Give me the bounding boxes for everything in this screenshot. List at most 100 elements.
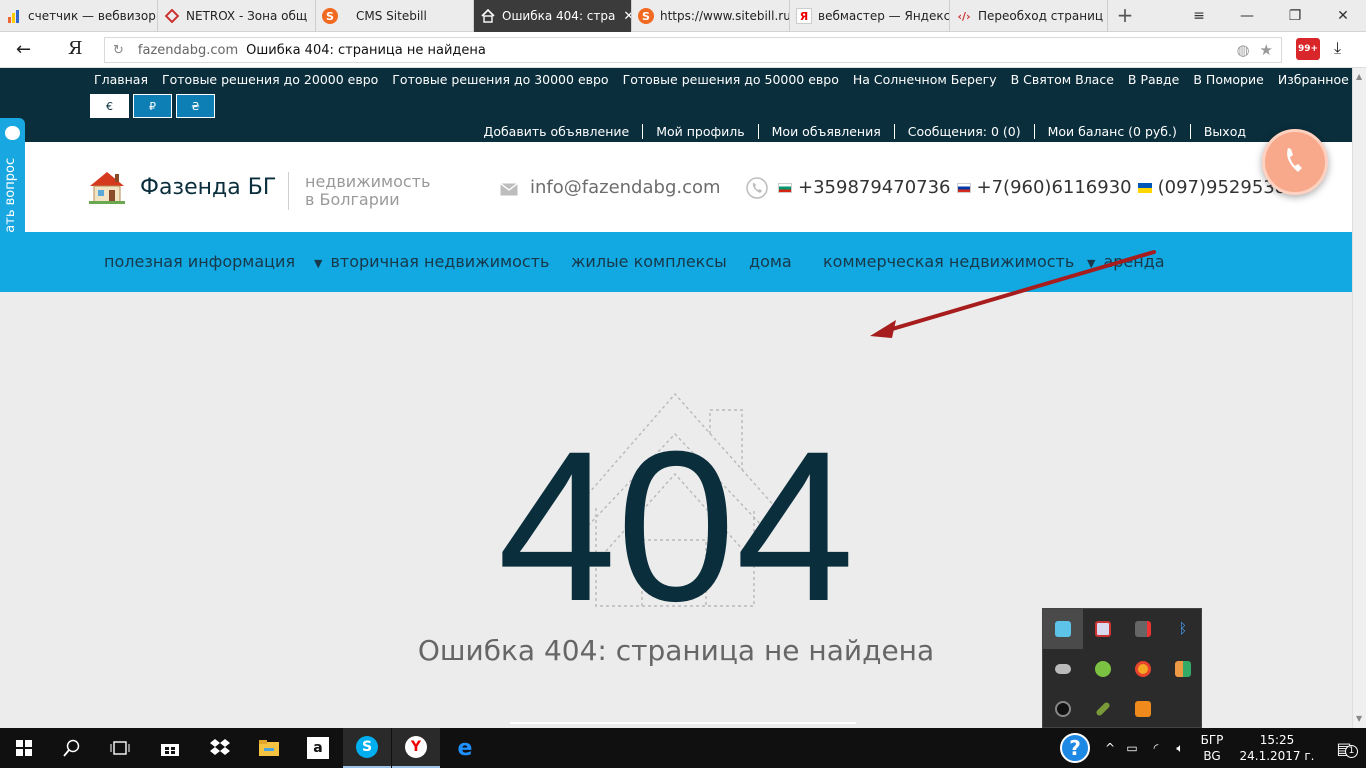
menu-icon[interactable]: ≡ xyxy=(1176,0,1222,32)
tray-broom-icon[interactable] xyxy=(1083,689,1123,729)
battery-icon[interactable]: ▭ xyxy=(1120,741,1144,755)
skype-icon[interactable]: S xyxy=(343,728,391,768)
speech-bubble-icon xyxy=(5,126,20,140)
tray-speaker-muted-icon[interactable] xyxy=(1123,609,1163,649)
currency-rub-button[interactable]: ₽ xyxy=(133,94,172,118)
tray-flower-icon[interactable] xyxy=(1123,649,1163,689)
nav-label: жилые комплексы xyxy=(571,252,727,271)
site-top-bar: Главная Готовые решения до 20000 евро Го… xyxy=(0,68,1366,142)
tray-app-icon[interactable] xyxy=(1043,609,1083,649)
new-tab-icon[interactable]: + xyxy=(1114,4,1136,26)
close-window-icon[interactable]: ✕ xyxy=(1320,0,1366,32)
system-tray: ? ^ ▭ ◜ 🔈︎ БГР BG 15:25 24.1.2017 г. ▤ 1 xyxy=(1060,728,1366,768)
tab-netrox[interactable]: NETROX - Зона общ xyxy=(158,0,316,32)
tray-orange-icon[interactable] xyxy=(1123,689,1163,729)
restore-icon[interactable]: ❐ xyxy=(1272,0,1318,32)
top-nav-pomorie[interactable]: В Поморие xyxy=(1193,72,1263,87)
tray-blocks-icon[interactable] xyxy=(1163,649,1203,689)
edge-icon[interactable]: e xyxy=(441,728,489,768)
extension-badge[interactable]: 99+ xyxy=(1296,38,1320,60)
top-nav-sunny-beach[interactable]: На Солнечном Берегу xyxy=(853,72,997,87)
my-profile-link[interactable]: Мой профиль xyxy=(642,124,757,139)
chevron-down-icon: ▼ xyxy=(314,257,323,270)
tab-label: вебмастер — Яндекс xyxy=(818,9,950,23)
tab-sitebill-url[interactable]: S https://www.sitebill.ru xyxy=(632,0,790,32)
nav-residential-complexes[interactable]: жилые комплексы xyxy=(571,252,727,271)
top-nav-50000[interactable]: Готовые решения до 50000 евро xyxy=(623,72,839,87)
tagline-line-1: недвижимость xyxy=(305,172,431,191)
tab-cms-sitebill[interactable]: S CMS Sitebill xyxy=(316,0,474,32)
tab-metrica[interactable]: счетчик — вебвизор xyxy=(0,0,158,32)
tray-shield-icon[interactable] xyxy=(1083,609,1123,649)
store-icon[interactable] xyxy=(146,728,194,768)
amazon-icon[interactable]: a xyxy=(294,728,342,768)
envelope-icon xyxy=(500,181,518,200)
top-nav-ravda[interactable]: В Равде xyxy=(1128,72,1179,87)
clock[interactable]: 15:25 24.1.2017 г. xyxy=(1232,732,1322,764)
tab-label: NETROX - Зона общ xyxy=(186,9,308,23)
notifications-button[interactable]: ▤ 1 xyxy=(1322,739,1366,758)
wifi-icon[interactable]: ◜ xyxy=(1144,741,1168,755)
my-listings-link[interactable]: Мои объявления xyxy=(757,124,894,139)
currency-eur-button[interactable]: € xyxy=(90,94,129,118)
windows-start-icon[interactable] xyxy=(0,728,48,768)
tab-label: https://www.sitebill.ru xyxy=(660,9,790,23)
nav-label: полезная информация xyxy=(104,252,296,271)
brand-name[interactable]: Фазенда БГ xyxy=(140,175,276,200)
download-icon[interactable]: ⤓ xyxy=(1334,38,1341,58)
tab-label: Переобход страниц xyxy=(978,9,1104,23)
tab-404[interactable]: Ошибка 404: стра ✕ xyxy=(474,0,632,32)
logout-link[interactable]: Выход xyxy=(1189,124,1246,139)
url-field[interactable]: ↻ fazendabg.com Ошибка 404: страница не … xyxy=(104,37,1282,63)
tray-dial-icon[interactable] xyxy=(1043,689,1083,729)
phone-icon xyxy=(746,177,768,203)
dropbox-icon[interactable] xyxy=(196,728,244,768)
help-icon[interactable]: ? xyxy=(1060,733,1090,763)
top-nav-30000[interactable]: Готовые решения до 30000 евро xyxy=(392,72,608,87)
top-nav-sveti-vlas[interactable]: В Святом Власе xyxy=(1011,72,1114,87)
windows-taskbar: a S Y e ? ^ ▭ ◜ 🔈︎ БГР BG 15:25 24.1.201… xyxy=(0,728,1366,768)
yandex-logo-icon[interactable]: Я xyxy=(68,38,83,59)
url-domain: fazendabg.com xyxy=(137,42,239,58)
my-balance-link[interactable]: Мои баланс (0 руб.) xyxy=(1033,124,1190,139)
tab-reindex[interactable]: ‹/› Переобход страниц xyxy=(950,0,1108,32)
messages-link[interactable]: Сообщения: 0 (0) xyxy=(893,124,1034,139)
globe-icon[interactable]: ◍ xyxy=(1236,41,1249,59)
reload-icon[interactable]: ↻ xyxy=(113,43,124,58)
search-icon[interactable] xyxy=(48,728,96,768)
yandex-browser-icon[interactable]: Y xyxy=(392,728,440,768)
chevron-up-icon[interactable]: ^ xyxy=(1100,741,1120,755)
top-nav-20000[interactable]: Готовые решения до 20000 евро xyxy=(162,72,378,87)
contact-email[interactable]: info@fazendabg.com xyxy=(530,177,721,198)
page-scrollbar[interactable]: ▲ ▼ xyxy=(1352,68,1366,728)
scroll-up-icon[interactable]: ▲ xyxy=(1356,72,1362,81)
file-explorer-icon[interactable] xyxy=(245,728,293,768)
task-view-icon[interactable] xyxy=(96,728,144,768)
tab-yandex-webmaster[interactable]: Я вебмастер — Яндекс xyxy=(790,0,950,32)
language-indicator[interactable]: БГР BG xyxy=(1192,732,1232,764)
nav-useful-info[interactable]: полезная информация xyxy=(104,252,295,271)
close-tab-icon[interactable]: ✕ xyxy=(623,9,631,24)
bluetooth-icon[interactable]: ᛒ xyxy=(1163,609,1203,649)
minimize-icon[interactable]: — xyxy=(1224,0,1270,32)
tray-leaf-icon[interactable] xyxy=(1083,649,1123,689)
phone-numbers: +359879470736 +7(960)6116930 (097)952953… xyxy=(778,177,1286,198)
nav-secondary-realty[interactable]: ▼ вторичная недвижимость xyxy=(314,252,549,271)
bookmark-star-icon[interactable]: ★ xyxy=(1260,41,1273,59)
top-nav-home[interactable]: Главная xyxy=(94,72,148,87)
currency-uah-button[interactable]: ₴ xyxy=(176,94,215,118)
nav-houses[interactable]: дома xyxy=(749,252,792,271)
add-listing-link[interactable]: Добавить объявление xyxy=(471,124,643,139)
browser-tab-bar: счетчик — вебвизор NETROX - Зона общ S C… xyxy=(0,0,1366,32)
webmaster-icon: ‹/› xyxy=(957,9,971,23)
phone-bg[interactable]: +359879470736 xyxy=(798,177,951,198)
house-logo-icon[interactable] xyxy=(89,170,125,208)
address-bar: ← Я ↻ fazendabg.com Ошибка 404: страница… xyxy=(0,32,1366,68)
callback-button[interactable] xyxy=(1262,129,1328,195)
scroll-down-icon[interactable]: ▼ xyxy=(1356,714,1362,723)
back-arrow-icon[interactable]: ← xyxy=(16,39,31,60)
sitebill-icon: S xyxy=(638,8,654,24)
volume-icon[interactable]: 🔈︎ xyxy=(1168,741,1192,756)
phone-ru[interactable]: +7(960)6116930 xyxy=(977,177,1132,198)
onedrive-icon[interactable] xyxy=(1043,649,1083,689)
